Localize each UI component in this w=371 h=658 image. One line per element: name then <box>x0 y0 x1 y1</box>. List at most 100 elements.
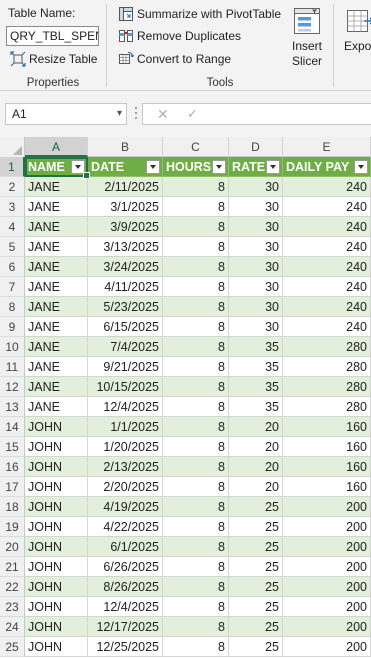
table-cell[interactable]: 3/13/2025 <box>88 237 163 257</box>
table-cell[interactable]: 8 <box>163 537 229 557</box>
row-header[interactable]: 19 <box>0 517 25 537</box>
table-cell[interactable]: 20 <box>229 477 283 497</box>
table-cell[interactable]: 30 <box>229 317 283 337</box>
convert-to-range-button[interactable]: Convert to Range <box>118 51 231 67</box>
row-header[interactable]: 16 <box>0 457 25 477</box>
row-header[interactable]: 5 <box>0 237 25 257</box>
row-header[interactable]: 24 <box>0 617 25 637</box>
table-cell[interactable]: 8 <box>163 277 229 297</box>
table-cell[interactable]: 8 <box>163 577 229 597</box>
table-cell[interactable]: 240 <box>283 237 371 257</box>
table-cell[interactable]: 8 <box>163 597 229 617</box>
table-cell[interactable]: 200 <box>283 517 371 537</box>
insert-slicer-button[interactable]: Insert Slicer <box>286 6 328 69</box>
table-cell[interactable]: JANE <box>25 357 88 377</box>
table-cell[interactable]: JOHN <box>25 417 88 437</box>
table-cell[interactable]: 8 <box>163 397 229 417</box>
column-header-a[interactable]: A <box>25 137 88 157</box>
enter-icon[interactable]: ✓ <box>187 104 198 124</box>
table-cell[interactable]: 200 <box>283 577 371 597</box>
table-cell[interactable]: 240 <box>283 257 371 277</box>
table-cell[interactable]: 200 <box>283 617 371 637</box>
name-box[interactable]: A1 ▾ <box>5 103 127 125</box>
table-cell[interactable]: 12/25/2025 <box>88 637 163 657</box>
table-cell[interactable]: 25 <box>229 517 283 537</box>
table-cell[interactable]: JOHN <box>25 637 88 657</box>
table-cell[interactable]: JOHN <box>25 477 88 497</box>
table-cell[interactable]: 240 <box>283 197 371 217</box>
row-header[interactable]: 8 <box>0 297 25 317</box>
table-cell[interactable]: 8 <box>163 517 229 537</box>
table-header-cell[interactable]: DAILY PAY <box>283 157 371 177</box>
row-header[interactable]: 18 <box>0 497 25 517</box>
table-cell[interactable]: 6/15/2025 <box>88 317 163 337</box>
table-cell[interactable]: 8 <box>163 417 229 437</box>
table-cell[interactable]: 12/17/2025 <box>88 617 163 637</box>
table-cell[interactable]: 8 <box>163 557 229 577</box>
table-cell[interactable]: JANE <box>25 197 88 217</box>
table-cell[interactable]: JOHN <box>25 537 88 557</box>
table-cell[interactable]: JANE <box>25 177 88 197</box>
table-cell[interactable]: 6/26/2025 <box>88 557 163 577</box>
cancel-icon[interactable]: ✕ <box>157 104 169 124</box>
row-header[interactable]: 1 <box>0 157 25 177</box>
table-cell[interactable]: 8 <box>163 237 229 257</box>
table-cell[interactable]: 35 <box>229 397 283 417</box>
table-cell[interactable]: 25 <box>229 537 283 557</box>
table-header-cell[interactable]: DATE <box>88 157 163 177</box>
table-cell[interactable]: JANE <box>25 217 88 237</box>
row-header[interactable]: 20 <box>0 537 25 557</box>
table-cell[interactable]: 30 <box>229 217 283 237</box>
row-header[interactable]: 23 <box>0 597 25 617</box>
table-cell[interactable]: 200 <box>283 597 371 617</box>
export-button[interactable]: Expo <box>344 6 371 54</box>
table-cell[interactable]: 25 <box>229 617 283 637</box>
table-cell[interactable]: 25 <box>229 597 283 617</box>
filter-dropdown-icon[interactable] <box>212 160 226 174</box>
table-cell[interactable]: 8 <box>163 257 229 277</box>
table-cell[interactable]: JOHN <box>25 437 88 457</box>
table-cell[interactable]: 12/4/2025 <box>88 397 163 417</box>
table-cell[interactable]: JOHN <box>25 597 88 617</box>
formula-bar-splitter[interactable] <box>133 104 139 124</box>
table-cell[interactable]: 20 <box>229 457 283 477</box>
table-cell[interactable]: 8 <box>163 637 229 657</box>
row-header[interactable]: 12 <box>0 377 25 397</box>
table-cell[interactable]: 35 <box>229 337 283 357</box>
table-cell[interactable]: 30 <box>229 237 283 257</box>
table-name-input[interactable]: QRY_TBL_SPEND <box>6 26 99 46</box>
table-cell[interactable]: 2/11/2025 <box>88 177 163 197</box>
table-cell[interactable]: 160 <box>283 477 371 497</box>
table-cell[interactable]: JANE <box>25 397 88 417</box>
table-cell[interactable]: 8 <box>163 497 229 517</box>
row-header[interactable]: 13 <box>0 397 25 417</box>
row-header[interactable]: 3 <box>0 197 25 217</box>
row-header[interactable]: 2 <box>0 177 25 197</box>
filter-dropdown-icon[interactable] <box>354 160 368 174</box>
table-cell[interactable]: 280 <box>283 397 371 417</box>
formula-input-area[interactable]: ✕ ✓ <box>142 103 371 125</box>
table-cell[interactable]: JOHN <box>25 517 88 537</box>
table-cell[interactable]: 160 <box>283 457 371 477</box>
filter-dropdown-icon[interactable] <box>266 160 280 174</box>
table-cell[interactable]: JANE <box>25 297 88 317</box>
row-header[interactable]: 11 <box>0 357 25 377</box>
row-header[interactable]: 9 <box>0 317 25 337</box>
table-cell[interactable]: 8 <box>163 317 229 337</box>
table-cell[interactable]: 4/19/2025 <box>88 497 163 517</box>
table-cell[interactable]: 30 <box>229 277 283 297</box>
row-header[interactable]: 6 <box>0 257 25 277</box>
row-header[interactable]: 21 <box>0 557 25 577</box>
table-cell[interactable]: 8 <box>163 177 229 197</box>
table-cell[interactable]: 9/21/2025 <box>88 357 163 377</box>
table-cell[interactable]: JANE <box>25 237 88 257</box>
table-cell[interactable]: JOHN <box>25 577 88 597</box>
table-cell[interactable]: 20 <box>229 437 283 457</box>
table-cell[interactable]: 240 <box>283 217 371 237</box>
column-header-e[interactable]: E <box>283 137 371 157</box>
table-cell[interactable]: 5/23/2025 <box>88 297 163 317</box>
table-cell[interactable]: 8 <box>163 217 229 237</box>
table-cell[interactable]: 3/9/2025 <box>88 217 163 237</box>
table-header-cell[interactable]: NAME <box>25 157 88 177</box>
row-header[interactable]: 25 <box>0 637 25 657</box>
